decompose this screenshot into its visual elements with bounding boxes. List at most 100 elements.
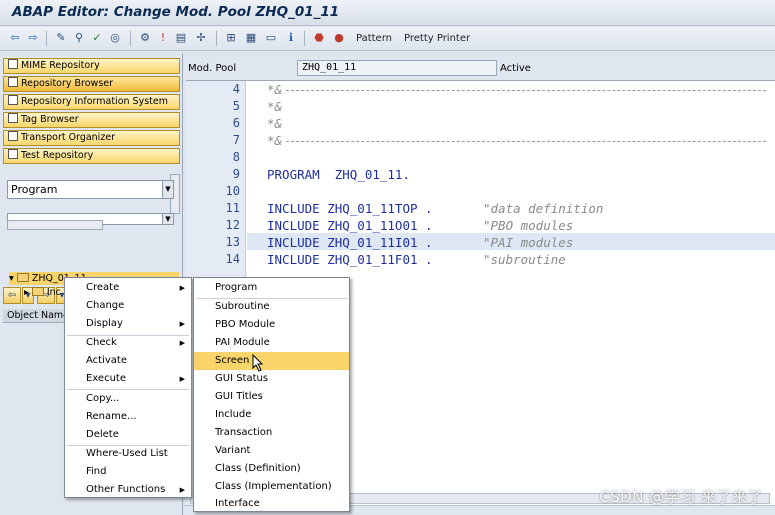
line-number: 9 — [232, 167, 240, 181]
object-type-value: Program — [11, 183, 58, 196]
menu-item-label: PBO Module — [215, 319, 276, 330]
code-comment: "subroutine — [483, 252, 566, 267]
forward-arrow-icon[interactable]: ⇨ — [26, 31, 40, 45]
back-icon[interactable]: ⇦ — [3, 287, 21, 304]
code-comment: *& — [267, 82, 283, 97]
submenu-item-gui-titles[interactable]: GUI Titles — [194, 388, 349, 406]
test-icon[interactable]: ⚙ — [138, 31, 152, 45]
breakpoint-icon[interactable]: ● — [332, 31, 346, 45]
window-title: ABAP Editor: Change Mod. Pool ZHQ_01_11 — [12, 4, 340, 20]
print-icon[interactable]: ▦ — [244, 31, 258, 45]
menu-item-where-used-list[interactable]: Where-Used List — [65, 445, 191, 463]
mime-repository-button[interactable]: MIME Repository — [3, 58, 180, 74]
menu-item-create[interactable]: Create ▶ — [65, 279, 191, 297]
menu-item-change[interactable]: Change — [65, 297, 191, 315]
title-bar: ABAP Editor: Change Mod. Pool ZHQ_01_11 — [0, 0, 775, 26]
tree-child-item[interactable]: ▸ Inc — [24, 286, 61, 299]
code-line: INCLUDE ZHQ_01_11F01 . — [267, 252, 433, 267]
toolbar-separator — [130, 31, 131, 46]
test-repository-button[interactable]: Test Repository — [3, 148, 180, 164]
menu-item-display[interactable]: Display ▶ — [65, 315, 191, 333]
menu-item-label: Class (Implementation) — [215, 481, 332, 492]
menu-item-copy[interactable]: Copy... — [65, 390, 191, 408]
line-number: 7 — [232, 133, 240, 147]
display-change-icon[interactable]: ✎ — [54, 31, 68, 45]
menu-item-find[interactable]: Find — [65, 463, 191, 481]
pattern-button[interactable]: Pattern — [356, 33, 392, 44]
menu-item-activate[interactable]: Activate — [65, 352, 191, 370]
tree-child-label: Inc — [46, 287, 61, 298]
repository-information-system-button[interactable]: Repository Information System — [3, 94, 180, 110]
submenu-item-pbo-module[interactable]: PBO Module — [194, 316, 349, 334]
submenu-item-program[interactable]: Program — [194, 279, 349, 297]
info-icon[interactable]: ℹ — [284, 31, 298, 45]
menu-item-label: Program — [215, 282, 258, 293]
menu-item-rename[interactable]: Rename... — [65, 408, 191, 426]
comment-dash-line — [286, 141, 766, 142]
submenu-item-gui-status[interactable]: GUI Status — [194, 370, 349, 388]
watermark: CSDN @学习 来了来了 — [599, 488, 763, 506]
expand-toggle-icon[interactable]: ▸ — [24, 287, 29, 298]
line-number: 13 — [225, 235, 240, 249]
chevron-down-icon[interactable]: ▼ — [162, 181, 173, 198]
submenu-item-screen[interactable]: Screen — [194, 352, 349, 370]
menu-item-label: GUI Titles — [215, 391, 263, 402]
nav-button-label: MIME Repository — [21, 60, 100, 71]
nav-button-label: Test Repository — [21, 150, 94, 161]
code-comment: *& — [267, 133, 283, 148]
submenu-item-transaction[interactable]: Transaction — [194, 424, 349, 442]
folder-icon — [16, 273, 29, 282]
expand-toggle-icon[interactable]: ▾ — [9, 273, 14, 284]
submenu-item-class-definition[interactable]: Class (Definition) — [194, 460, 349, 478]
transport-organizer-button[interactable]: Transport Organizer — [3, 130, 180, 146]
line-number: 11 — [225, 201, 240, 215]
submenu-item-class-implementation[interactable]: Class (Implementation) — [194, 478, 349, 496]
nav-button-label: Tag Browser — [21, 114, 79, 125]
where-used-icon[interactable]: ! — [156, 31, 170, 45]
other-object-icon[interactable]: ⚲ — [72, 31, 86, 45]
menu-item-label: Activate — [86, 355, 127, 366]
chevron-right-icon: ▶ — [179, 486, 185, 494]
layout-icon[interactable]: ▭ — [264, 31, 278, 45]
submenu-item-include[interactable]: Include — [194, 406, 349, 424]
horizontal-scrollbar[interactable] — [7, 220, 103, 230]
menu-item-label: Variant — [215, 445, 251, 456]
program-status: Active — [500, 63, 531, 74]
tag-browser-button[interactable]: Tag Browser — [3, 112, 180, 128]
menu-item-check[interactable]: Check ▶ — [65, 334, 191, 352]
line-number: 5 — [232, 99, 240, 113]
check-icon[interactable]: ✓ — [90, 31, 104, 45]
menu-item-execute[interactable]: Execute ▶ — [65, 370, 191, 388]
pretty-printer-button[interactable]: Pretty Printer — [404, 33, 470, 44]
create-submenu: Program Subroutine PBO Module PAI Module… — [193, 277, 350, 512]
toolbar-separator — [46, 31, 47, 46]
chevron-down-icon[interactable]: ▼ — [162, 214, 173, 224]
menu-item-label: Subroutine — [215, 301, 270, 312]
submenu-item-variant[interactable]: Variant — [194, 442, 349, 460]
repository-browser-button[interactable]: Repository Browser — [3, 76, 180, 92]
menu-item-label: PAI Module — [215, 337, 270, 348]
line-number: 12 — [225, 218, 240, 232]
comment-dash-line — [286, 90, 766, 91]
menu-item-delete[interactable]: Delete — [65, 426, 191, 444]
program-name-field[interactable]: ZHQ_01_11 — [297, 60, 497, 76]
object-type-select[interactable]: Program ▼ — [7, 180, 174, 199]
submenu-item-subroutine[interactable]: Subroutine — [194, 298, 349, 316]
submenu-item-pai-module[interactable]: PAI Module — [194, 334, 349, 352]
menu-item-label: Copy... — [86, 393, 120, 404]
code-line: INCLUDE ZHQ_01_11O01 . — [267, 218, 433, 233]
code-line: PROGRAM ZHQ_01_11. — [267, 167, 410, 182]
chevron-right-icon: ▶ — [179, 339, 185, 347]
back-arrow-icon[interactable]: ⇦ — [8, 31, 22, 45]
activate-icon[interactable]: ◎ — [108, 31, 122, 45]
stop-icon[interactable]: ⬣ — [312, 31, 326, 45]
submenu-item-interface[interactable]: Interface — [194, 496, 349, 512]
navigation-icon[interactable]: ✢ — [194, 31, 208, 45]
line-number: 8 — [232, 150, 240, 164]
hierarchy-icon[interactable]: ⊞ — [224, 31, 238, 45]
object-list-icon[interactable]: ▤ — [174, 31, 188, 45]
menu-item-label: Screen — [215, 355, 250, 366]
menu-item-label: Other Functions — [86, 484, 166, 495]
menu-item-other-functions[interactable]: Other Functions ▶ — [65, 481, 191, 498]
line-number: 14 — [225, 252, 240, 266]
